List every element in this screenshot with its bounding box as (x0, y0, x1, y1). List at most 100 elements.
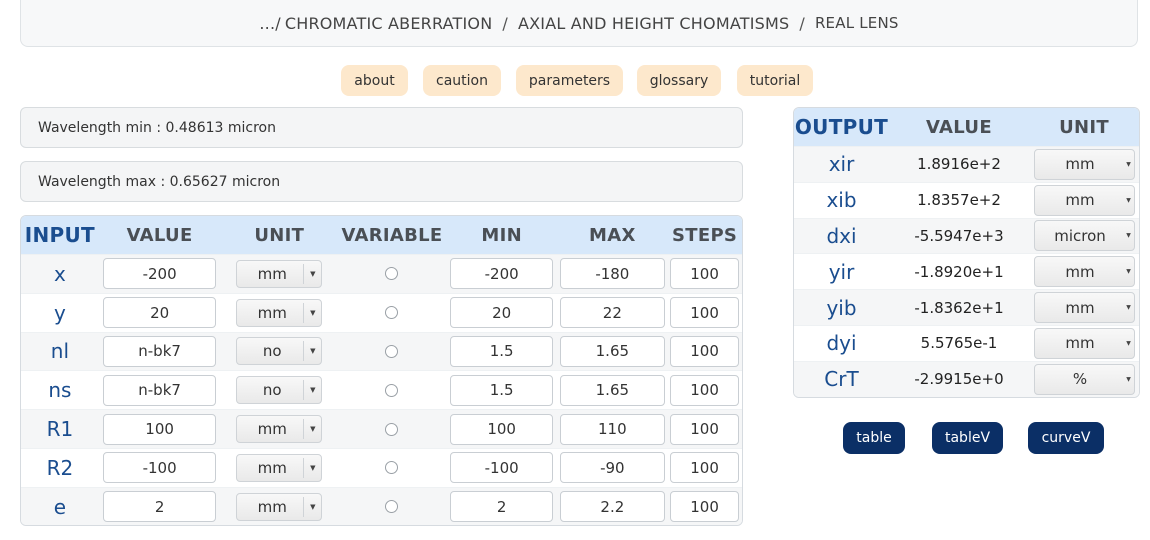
min-input[interactable]: 20 (450, 297, 554, 329)
max-input[interactable]: -180 (559, 258, 665, 290)
output-name: yir (828, 259, 855, 284)
min-input[interactable]: -200 (450, 258, 554, 290)
output-unit-select[interactable]: % ▼ (1033, 363, 1135, 395)
value-input[interactable]: 20 (103, 297, 217, 329)
output-table: OUTPUT VALUE UNIT xir 1.8916e+2 mm ▼ xib 1.83… (793, 107, 1140, 398)
output-name: dxi (826, 223, 857, 248)
value-input[interactable]: -100 (103, 452, 217, 484)
output-value: 1.8916e+2 (917, 155, 1001, 174)
output-row-dyi: dyi 5.5765e-1 mm ▼ (794, 324, 1139, 361)
steps-input[interactable]: 100 (670, 335, 740, 367)
variable-radio[interactable] (385, 422, 399, 436)
output-name: dyi (826, 331, 857, 356)
breadcrumb-item-chromatic-aberration[interactable]: CHROMATIC ABERRATION (285, 14, 493, 33)
variable-radio[interactable] (385, 344, 399, 358)
variable-radio[interactable] (385, 500, 399, 514)
header-output: OUTPUT (794, 115, 889, 139)
unit-select[interactable]: mm ▼ (236, 453, 323, 482)
input-row-e: e 2 mm ▼ 2 2.2 100 (21, 486, 742, 525)
param-name: ns (48, 378, 72, 403)
output-value: 1.8357e+2 (917, 191, 1001, 210)
input-row-ns: ns n-bk7 no ▼ 1.5 1.65 100 (21, 370, 742, 409)
unit-select[interactable]: mm ▼ (236, 259, 323, 288)
chevron-down-icon: ▼ (1126, 339, 1131, 347)
output-unit-select[interactable]: mm ▼ (1033, 327, 1135, 359)
variable-radio[interactable] (385, 306, 399, 320)
steps-input[interactable]: 100 (670, 374, 740, 406)
chevron-down-icon: ▼ (303, 457, 321, 478)
max-input[interactable]: 1.65 (559, 335, 665, 367)
header-value: VALUE (126, 224, 193, 246)
input-row-y: y 20 mm ▼ 20 22 100 (21, 292, 742, 332)
value-input[interactable]: n-bk7 (103, 374, 217, 406)
output-row-dxi: dxi -5.5947e+3 micron ▼ (794, 217, 1139, 254)
max-input[interactable]: -90 (559, 452, 665, 484)
parameters-button[interactable]: parameters (516, 65, 623, 96)
input-row-R2: R2 -100 mm ▼ -100 -90 100 (21, 447, 742, 487)
variable-radio[interactable] (385, 461, 399, 475)
max-input[interactable]: 110 (559, 413, 665, 445)
output-value: -2.9915e+0 (914, 370, 1004, 389)
steps-input[interactable]: 100 (670, 413, 740, 445)
output-unit-select[interactable]: mm ▼ (1033, 148, 1135, 180)
variable-radio[interactable] (385, 383, 399, 397)
output-row-CrT: CrT -2.9915e+0 % ▼ (794, 360, 1139, 397)
chevron-down-icon: ▼ (1126, 375, 1131, 383)
steps-input[interactable]: 100 (670, 491, 740, 523)
caution-button[interactable]: caution (423, 65, 501, 96)
glossary-button[interactable]: glossary (637, 65, 721, 96)
output-unit-select[interactable]: mm ▼ (1033, 184, 1135, 216)
unit-select[interactable]: mm ▼ (236, 415, 323, 444)
value-input[interactable]: 2 (103, 491, 217, 523)
chevron-down-icon: ▼ (1126, 232, 1131, 240)
value-input[interactable]: 100 (103, 413, 217, 445)
min-input[interactable]: 2 (450, 491, 554, 523)
input-row-x: x -200 mm ▼ -200 -180 100 (21, 254, 742, 293)
chevron-down-icon: ▼ (1126, 196, 1131, 204)
output-value: -5.5947e+3 (914, 226, 1004, 245)
output-rows: xir 1.8916e+2 mm ▼ xib 1.8357e+2 mm ▼ dxi -5.5947… (794, 146, 1139, 397)
output-unit-value: mm (1065, 334, 1095, 353)
input-rows: x -200 mm ▼ -200 -180 100 y 20 mm ▼ 20 22 100 nl n-bk7 n… (21, 254, 742, 525)
chevron-down-icon: ▼ (1126, 268, 1131, 276)
output-name: CrT (824, 367, 859, 392)
min-input[interactable]: 1.5 (450, 335, 554, 367)
output-value: 5.5765e-1 (920, 334, 998, 353)
steps-input[interactable]: 100 (670, 297, 740, 329)
wavelength-max-info: Wavelength max : 0.65627 micron (20, 161, 743, 202)
header-max: MAX (589, 224, 636, 246)
unit-select[interactable]: no ▼ (236, 376, 323, 405)
curvev-button[interactable]: curveV (1028, 422, 1104, 454)
unit-select[interactable]: mm ▼ (236, 298, 323, 327)
chevron-down-icon: ▼ (303, 419, 321, 440)
chevron-down-icon: ▼ (303, 302, 321, 323)
max-input[interactable]: 2.2 (559, 491, 665, 523)
input-row-R1: R1 100 mm ▼ 100 110 100 (21, 409, 742, 448)
min-input[interactable]: -100 (450, 452, 554, 484)
max-input[interactable]: 1.65 (559, 374, 665, 406)
value-input[interactable]: -200 (103, 258, 217, 290)
max-input[interactable]: 22 (559, 297, 665, 329)
about-button[interactable]: about (341, 65, 408, 96)
tutorial-button[interactable]: tutorial (737, 65, 813, 96)
min-input[interactable]: 100 (450, 413, 554, 445)
unit-select[interactable]: mm ▼ (236, 492, 323, 521)
output-unit-select[interactable]: mm ▼ (1033, 256, 1135, 288)
steps-input[interactable]: 100 (670, 258, 740, 290)
tablev-button[interactable]: tableV (932, 422, 1003, 454)
header-input: INPUT (24, 223, 95, 247)
breadcrumb: .../ CHROMATIC ABERRATION / AXIAL AND HE… (20, 0, 1138, 47)
table-button[interactable]: table (843, 422, 905, 454)
breadcrumb-item-axial-height[interactable]: AXIAL AND HEIGHT CHOMATISMS (518, 14, 789, 33)
min-input[interactable]: 1.5 (450, 374, 554, 406)
breadcrumb-separator: / (799, 13, 805, 33)
steps-input[interactable]: 100 (670, 452, 740, 484)
header-unit: UNIT (254, 224, 305, 246)
variable-radio[interactable] (385, 267, 399, 281)
output-unit-select[interactable]: micron ▼ (1033, 220, 1135, 252)
output-unit-select[interactable]: mm ▼ (1033, 292, 1135, 324)
chevron-down-icon: ▼ (1126, 304, 1131, 312)
unit-select[interactable]: no ▼ (236, 337, 323, 366)
value-input[interactable]: n-bk7 (103, 335, 217, 367)
breadcrumb-prefix[interactable]: .../ (259, 14, 280, 33)
